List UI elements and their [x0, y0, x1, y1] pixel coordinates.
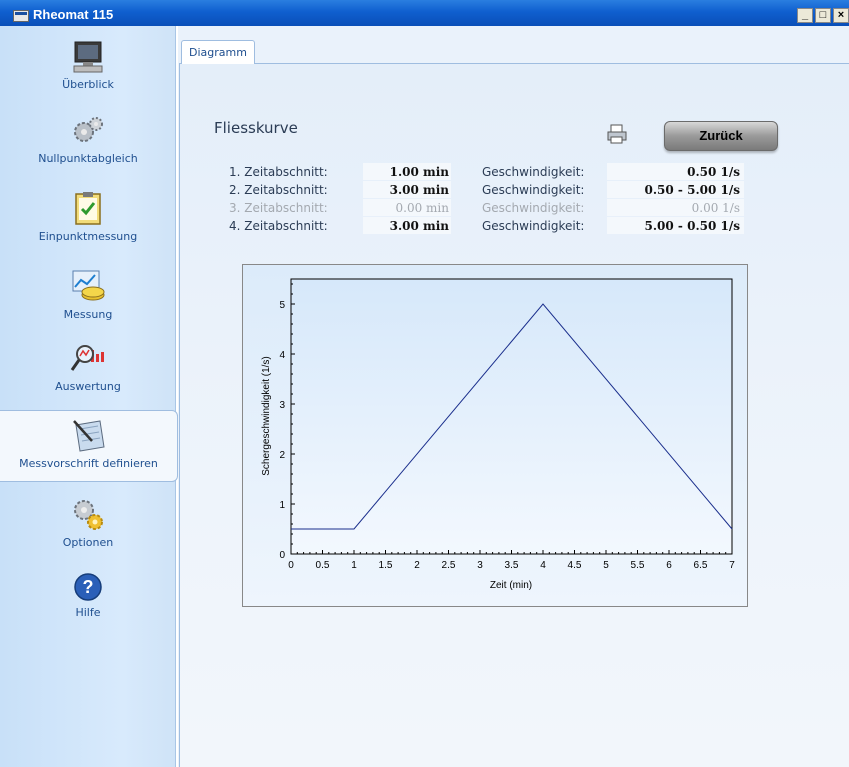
computer-icon [73, 41, 103, 73]
x-tick-label: 0 [288, 560, 294, 571]
speed-label: Geschwindigkeit: [482, 201, 585, 215]
segment-label: 2. Zeitabschnitt: [229, 183, 328, 197]
x-tick-label: 0.5 [316, 560, 330, 571]
plot-area [290, 278, 733, 555]
sidebar-item-hilfe[interactable]: ? Hilfe [0, 572, 176, 619]
printer-icon[interactable] [606, 123, 628, 145]
sidebar-item-einpunktmessung[interactable]: Einpunktmessung [0, 190, 176, 243]
help-icon: ? [74, 573, 102, 601]
x-tick-label: 3.5 [505, 560, 519, 571]
x-tick-label: 6 [666, 560, 672, 571]
main-panel: Diagramm Fliesskurve Zurück 1. Zeitabsch… [178, 26, 849, 767]
gears-icon [74, 117, 103, 142]
segment-time-value: 1.00 min [363, 163, 451, 180]
back-button[interactable]: Zurück [664, 121, 778, 151]
title-bar: Rheomat 115 _ □ × [0, 0, 849, 26]
x-tick-label: 2 [414, 560, 420, 571]
flow-curve-chart: 0 0.5 1 1.5 2 2.5 3 3.5 4 4.5 5 5.5 6 6.5 7 0 1 2 3 4 5 Zei… [242, 264, 748, 607]
sidebar-item-label: Optionen [62, 536, 114, 549]
y-tick-label: 5 [279, 300, 285, 311]
chart-svg: 0 0.5 1 1.5 2 2.5 3 3.5 4 4.5 5 5.5 6 6.5 7 0 1 2 3 4 5 Zei… [261, 278, 735, 591]
x-tick-label: 1 [351, 560, 357, 571]
y-axis-label: Schergeschwindigkeit (1/s) [261, 356, 272, 476]
speed-value: 0.00 1/s [607, 199, 744, 216]
x-tick-label: 5 [603, 560, 609, 571]
x-tick-label: 5.5 [631, 560, 645, 571]
x-tick-label: 1.5 [379, 560, 393, 571]
sidebar-item-nullpunktabgleich[interactable]: Nullpunktabgleich [0, 114, 176, 165]
clipboard-check-icon [75, 192, 101, 225]
speed-value: 0.50 1/s [607, 163, 744, 180]
tab-diagramm[interactable]: Diagramm [181, 40, 255, 64]
segment-time-value: 3.00 min [363, 181, 451, 198]
sidebar-item-ueberblick[interactable]: Überblick [0, 40, 176, 91]
sidebar-item-label: Nullpunktabgleich [38, 152, 138, 165]
page-title: Fliesskurve [214, 119, 298, 137]
x-tick-label: 4.5 [568, 560, 582, 571]
speed-label: Geschwindigkeit: [482, 219, 585, 233]
segment-row-3: 3. Zeitabschnitt: 0.00 min Geschwindigke… [178, 199, 849, 217]
sidebar-item-label: Auswertung [55, 380, 121, 393]
app-icon [13, 10, 29, 22]
x-tick-label: 7 [729, 560, 735, 571]
y-tick-label: 4 [279, 350, 285, 361]
minimize-button[interactable]: _ [797, 8, 813, 23]
segment-row-2: 2. Zeitabschnitt: 3.00 min Geschwindigke… [178, 181, 849, 199]
y-tick-label: 0 [279, 550, 285, 561]
segment-row-1: 1. Zeitabschnitt: 1.00 min Geschwindigke… [178, 163, 849, 181]
maximize-button[interactable]: □ [815, 8, 831, 23]
sidebar-item-label: Messung [63, 308, 113, 321]
close-button[interactable]: × [833, 8, 849, 23]
segment-row-4: 4. Zeitabschnitt: 3.00 min Geschwindigke… [178, 217, 849, 235]
options-gears-icon [74, 500, 103, 530]
segment-label: 3. Zeitabschnitt: [229, 201, 328, 215]
x-tick-label: 3 [477, 560, 483, 571]
sidebar: Überblick Nullpunktabgleich Einpunktmess… [0, 26, 178, 767]
segment-time-value: 0.00 min [363, 199, 451, 216]
sidebar-item-messvorschrift-definieren[interactable]: Messvorschrift definieren [0, 410, 178, 482]
sidebar-item-label: Überblick [62, 78, 114, 91]
speed-value: 0.50 - 5.00 1/s [607, 181, 744, 198]
x-axis-label: Zeit (min) [490, 580, 532, 591]
segment-label: 1. Zeitabschnitt: [229, 165, 328, 179]
sidebar-item-label: Messvorschrift definieren [19, 457, 158, 470]
sidebar-item-auswertung[interactable]: Auswertung [0, 340, 176, 393]
window-controls: _ □ × [797, 8, 849, 23]
speed-label: Geschwindigkeit: [482, 183, 585, 197]
x-tick-label: 6.5 [694, 560, 708, 571]
sidebar-item-messung[interactable]: Messung [0, 268, 176, 321]
speed-label: Geschwindigkeit: [482, 165, 585, 179]
segment-label: 4. Zeitabschnitt: [229, 219, 328, 233]
y-tick-label: 1 [279, 500, 285, 511]
x-tick-label: 2.5 [442, 560, 456, 571]
define-protocol-icon [72, 420, 105, 452]
sidebar-item-label: Hilfe [75, 606, 101, 619]
speed-value: 5.00 - 0.50 1/s [607, 217, 744, 234]
analysis-icon [70, 345, 104, 371]
y-tick-label: 2 [279, 450, 285, 461]
x-tick-label: 4 [540, 560, 546, 571]
sidebar-item-optionen[interactable]: Optionen [0, 496, 176, 549]
y-tick-label: 3 [279, 400, 285, 411]
window-title: Rheomat 115 [33, 7, 114, 22]
svg-text:?: ? [83, 577, 94, 597]
sidebar-item-label: Einpunktmessung [38, 230, 138, 243]
measurement-icon [72, 270, 105, 301]
segment-time-value: 3.00 min [363, 217, 451, 234]
